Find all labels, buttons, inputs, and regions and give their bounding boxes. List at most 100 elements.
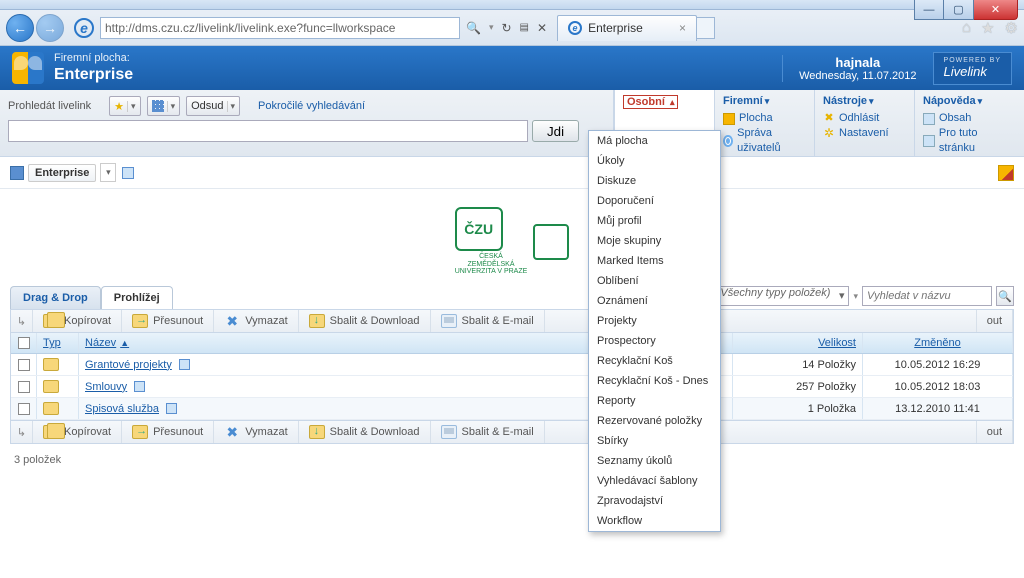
browser-toolbar: ← → e 🔍▾ ↻ ▤ ✕ e Enterprise × ⌂ ★ ⚙ <box>0 10 1024 46</box>
menu-tab-firemni[interactable]: Firemní▾ Plocha Správa uživatelů <box>714 90 814 156</box>
menu-item[interactable]: Úkoly <box>589 151 720 171</box>
menu-item[interactable]: Oznámení <box>589 291 720 311</box>
button-label: Kopírovat <box>64 426 111 438</box>
dropdown-icon[interactable]: ▾ <box>489 22 494 33</box>
breadcrumb-dropdown[interactable]: ▾ <box>100 163 116 182</box>
link-nastaveni[interactable]: ✲Nastavení <box>823 126 906 141</box>
home-icon[interactable]: ⌂ <box>962 19 971 37</box>
chevron-down-icon[interactable]: ▾ <box>853 291 858 302</box>
delete-button[interactable]: ✖Vymazat <box>214 421 298 443</box>
breadcrumb-current[interactable]: Enterprise <box>28 164 96 182</box>
name-filter-input[interactable] <box>862 286 992 306</box>
menu-item[interactable]: Vyhledávací šablony <box>589 471 720 491</box>
favorites-icon[interactable]: ★ <box>981 19 994 37</box>
menu-item[interactable]: Marked Items <box>589 251 720 271</box>
row-checkbox[interactable] <box>11 376 37 397</box>
tab-drag-drop[interactable]: Drag & Drop <box>10 286 101 309</box>
favorites-picker[interactable]: ★▾ <box>109 96 140 116</box>
user-info: hajnala Wednesday, 11.07.2012 <box>782 55 932 82</box>
compat-icon[interactable]: ▤ <box>520 22 529 33</box>
forward-button[interactable]: → <box>36 14 64 42</box>
search-input[interactable] <box>8 120 528 142</box>
link-sprava-uzivatelu[interactable]: Správa uživatelů <box>723 126 806 156</box>
menu-item[interactable]: Rezervované položky <box>589 411 720 431</box>
tab-prohlizej[interactable]: Prohlížej <box>101 286 173 309</box>
delete-button[interactable]: ✖Vymazat <box>214 310 298 332</box>
search-icon[interactable]: 🔍 <box>466 21 481 35</box>
menu-item[interactable]: Sbírky <box>589 431 720 451</box>
checkbox-icon[interactable] <box>18 403 30 415</box>
function-menu-icon[interactable] <box>166 403 177 414</box>
maximize-button[interactable]: ▢ <box>944 0 974 20</box>
table-row: Grantové projekty14 Položky10.05.2012 16… <box>11 354 1013 376</box>
col-typ[interactable]: Typ <box>37 333 79 353</box>
menu-item[interactable]: Seznamy úkolů <box>589 451 720 471</box>
link-odhlasit[interactable]: ✖Odhlásit <box>823 111 906 126</box>
checkbox-icon[interactable] <box>18 381 30 393</box>
menu-tab-nastroje[interactable]: Nástroje▾ ✖Odhlásit ✲Nastavení <box>814 90 914 156</box>
menu-item[interactable]: Recyklační Koš <box>589 351 720 371</box>
move-button[interactable]: Přesunout <box>122 310 214 332</box>
link-pro-tuto-stranku[interactable]: Pro tuto stránku <box>923 126 1016 156</box>
menu-item[interactable]: Projekty <box>589 311 720 331</box>
zip-email-button[interactable]: Sbalit & E-mail <box>431 421 545 443</box>
edit-icon[interactable] <box>998 165 1014 181</box>
col-checkbox[interactable] <box>11 333 37 353</box>
col-zmeneno[interactable]: Změněno <box>863 333 1013 353</box>
menu-item[interactable]: Má plocha <box>589 131 720 151</box>
row-checkbox[interactable] <box>11 354 37 375</box>
zip-email-button[interactable]: Sbalit & E-mail <box>431 310 545 332</box>
copy-button[interactable]: Kopírovat <box>33 421 122 443</box>
col-velikost[interactable]: Velikost <box>733 333 863 353</box>
back-button[interactable]: ← <box>6 14 34 42</box>
scope-picker[interactable]: Odsud▾ <box>186 96 240 116</box>
checkbox-icon[interactable] <box>18 359 30 371</box>
row-name-link[interactable]: Smlouvy <box>85 381 127 393</box>
menu-item[interactable]: Prospectory <box>589 331 720 351</box>
link-label: Obsah <box>939 111 971 126</box>
menu-item[interactable]: Reporty <box>589 391 720 411</box>
breadcrumb-function-icon[interactable] <box>122 167 134 179</box>
close-button[interactable]: ✕ <box>974 0 1018 20</box>
menu-item[interactable]: Diskuze <box>589 171 720 191</box>
delete-icon: ✖ <box>224 425 240 439</box>
out-button[interactable]: out <box>976 310 1013 332</box>
move-button[interactable]: Přesunout <box>122 421 214 443</box>
menu-item[interactable]: Doporučení <box>589 191 720 211</box>
search-go-button[interactable]: Jdi <box>532 120 579 142</box>
menu-item[interactable]: Workflow <box>589 511 720 531</box>
copy-button[interactable]: Kopírovat <box>33 310 122 332</box>
zip-download-button[interactable]: Sbalit & Download <box>299 310 431 332</box>
filter-search-button[interactable]: 🔍 <box>996 286 1014 306</box>
address-bar[interactable] <box>100 17 460 39</box>
browser-tab-active[interactable]: e Enterprise × <box>557 15 697 41</box>
advanced-search-link[interactable]: Pokročilé vyhledávání <box>258 100 365 112</box>
function-menu-icon[interactable] <box>179 359 190 370</box>
checkbox-icon[interactable] <box>18 337 30 349</box>
menu-item[interactable]: Moje skupiny <box>589 231 720 251</box>
toolbar-lead-icon[interactable]: ↳ <box>11 421 33 443</box>
new-tab-button[interactable] <box>697 17 715 39</box>
move-icon <box>132 314 148 328</box>
stop-icon[interactable]: ✕ <box>537 21 547 35</box>
function-menu-icon[interactable] <box>134 381 145 392</box>
out-button[interactable]: out <box>976 421 1013 443</box>
row-checkbox[interactable] <box>11 398 37 419</box>
menu-item[interactable]: Můj profil <box>589 211 720 231</box>
menu-item[interactable]: Recyklační Koš - Dnes <box>589 371 720 391</box>
tab-close-icon[interactable]: × <box>679 21 686 35</box>
zip-download-button[interactable]: Sbalit & Download <box>299 421 431 443</box>
link-obsah[interactable]: Obsah <box>923 111 1016 126</box>
tools-icon[interactable]: ⚙ <box>1005 19 1018 37</box>
menu-item[interactable]: Zpravodajství <box>589 491 720 511</box>
view-picker[interactable]: ▾ <box>147 96 181 116</box>
menu-item[interactable]: Oblíbení <box>589 271 720 291</box>
type-filter-select[interactable]: (Všechny typy položek) <box>712 286 850 306</box>
toolbar-lead-icon[interactable]: ↳ <box>11 310 33 332</box>
refresh-icon[interactable]: ↻ <box>501 21 511 35</box>
row-name-link[interactable]: Grantové projekty <box>85 359 172 371</box>
menu-tab-napoveda[interactable]: Nápověda▾ Obsah Pro tuto stránku <box>914 90 1024 156</box>
link-plocha[interactable]: Plocha <box>723 111 806 126</box>
minimize-button[interactable]: — <box>914 0 944 20</box>
row-name-link[interactable]: Spisová služba <box>85 403 159 415</box>
